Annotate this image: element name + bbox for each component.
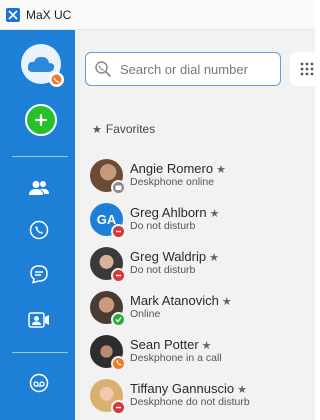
dialpad-button[interactable] xyxy=(290,52,315,86)
contact-name: Tiffany Gannuscio xyxy=(130,380,235,396)
voicemail-icon xyxy=(29,373,49,393)
plus-icon xyxy=(34,113,48,127)
star-icon: ★ xyxy=(221,295,232,308)
sidebar-item-chat[interactable] xyxy=(26,261,52,287)
favorites-label: Favorites xyxy=(105,122,156,136)
deskphone-status-icon xyxy=(111,179,126,195)
star-icon: ★ xyxy=(201,339,212,352)
sidebar xyxy=(0,30,75,420)
contact-status: Do not disturb xyxy=(130,264,196,277)
contact-avatar xyxy=(90,158,126,195)
star-icon: ★ xyxy=(209,251,219,264)
favorite-contact[interactable]: Sean Potter ★ Deskphone in a call xyxy=(90,333,310,371)
star-icon: ★ xyxy=(209,207,220,220)
favorites-header[interactable]: ★ Favorites xyxy=(92,122,155,136)
contact-status: Do not disturb xyxy=(130,220,196,233)
star-icon: ★ xyxy=(237,383,247,396)
contact-avatar xyxy=(90,290,126,327)
contact-initials: GA xyxy=(96,211,117,227)
dnd-status-icon xyxy=(111,223,126,239)
favorite-contact[interactable]: Greg Waldrip ★ Do not disturb xyxy=(90,245,310,283)
phone-icon xyxy=(29,220,49,240)
favorite-contact[interactable]: Tiffany Gannuscio ★ Deskphone do not dist… xyxy=(90,377,310,415)
contact-avatar xyxy=(90,378,126,415)
contact-name: Greg Ahlborn xyxy=(130,204,207,220)
star-icon: ★ xyxy=(92,123,102,136)
favorite-contact[interactable]: Angie Romero ★ Deskphone online xyxy=(90,157,310,195)
video-contact-icon xyxy=(28,312,49,328)
favorite-contact[interactable]: Mark Atanovich ★ Online xyxy=(90,289,310,327)
contact-status: Deskphone do not disturb xyxy=(130,396,250,409)
contact-name: Mark Atanovich xyxy=(130,292,219,308)
title-bar: MaX UC xyxy=(0,0,315,30)
contact-status: Deskphone in a call xyxy=(130,352,222,365)
contact-name: Sean Potter xyxy=(130,336,199,352)
dnd-status-icon xyxy=(111,267,126,283)
profile-status-badge xyxy=(49,72,64,87)
star-icon: ★ xyxy=(216,163,226,176)
people-icon xyxy=(29,181,49,195)
contact-avatar xyxy=(90,334,126,371)
contact-status: Deskphone online xyxy=(130,176,215,189)
add-button[interactable] xyxy=(25,104,57,136)
app-title: MaX UC xyxy=(26,7,72,22)
contact-name: Angie Romero xyxy=(130,160,214,176)
chat-bubble-icon xyxy=(30,265,48,284)
search-phone-icon xyxy=(95,61,111,77)
sidebar-item-meetings[interactable] xyxy=(26,307,52,333)
cloud-avatar-icon xyxy=(27,56,55,72)
contact-name: Greg Waldrip xyxy=(130,248,207,264)
search-input[interactable] xyxy=(120,61,270,77)
sidebar-item-calls[interactable] xyxy=(26,217,52,243)
contact-avatar xyxy=(90,246,126,283)
sidebar-item-voicemail[interactable] xyxy=(26,370,52,396)
deskphone-dnd-status-icon xyxy=(111,399,126,415)
online-status-icon xyxy=(111,311,126,327)
search-box[interactable] xyxy=(85,52,281,86)
sidebar-divider xyxy=(12,352,68,353)
dialpad-icon xyxy=(300,62,314,76)
main-panel: ★ Favorites Angie Romero★ Deskphone onli… xyxy=(75,30,315,420)
sidebar-item-contacts[interactable] xyxy=(26,175,52,201)
sidebar-divider xyxy=(12,156,68,157)
contact-status: Online xyxy=(130,308,161,321)
contact-avatar: GA xyxy=(90,202,126,239)
favorite-contact[interactable]: GA Greg Ahlborn ★ Do not disturb xyxy=(90,201,310,239)
in-call-status-icon xyxy=(111,355,126,371)
profile-avatar[interactable] xyxy=(21,44,64,87)
max-uc-logo-icon xyxy=(6,7,20,22)
